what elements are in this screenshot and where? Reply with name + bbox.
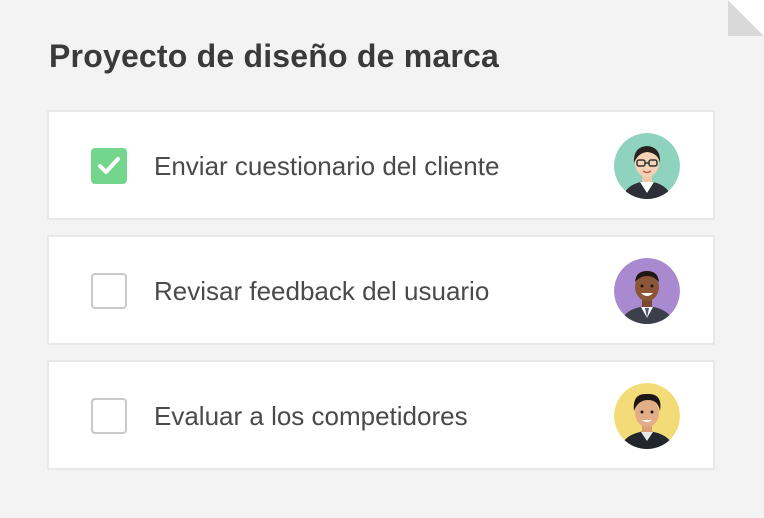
task-label: Revisar feedback del usuario xyxy=(154,276,490,306)
woman-with-glasses-avatar xyxy=(614,133,680,199)
task-label: Enviar cuestionario del cliente xyxy=(154,151,500,181)
page-fold-corner xyxy=(728,0,764,36)
task-checkbox[interactable] xyxy=(91,398,127,434)
smiling-man-avatar xyxy=(614,258,680,324)
task-row[interactable]: Enviar cuestionario del cliente xyxy=(47,110,715,220)
task-list: Enviar cuestionario del cliente Revisar … xyxy=(47,110,715,485)
page-title: Proyecto de diseño de marca xyxy=(49,38,500,74)
task-checkbox[interactable] xyxy=(91,273,127,309)
task-row[interactable]: Evaluar a los competidores xyxy=(47,360,715,470)
task-checkbox-checked[interactable] xyxy=(91,148,127,184)
man-with-dark-hair-avatar xyxy=(614,383,680,449)
checkmark-icon xyxy=(98,157,120,174)
task-row[interactable]: Revisar feedback del usuario xyxy=(47,235,715,345)
task-label: Evaluar a los competidores xyxy=(154,401,468,431)
